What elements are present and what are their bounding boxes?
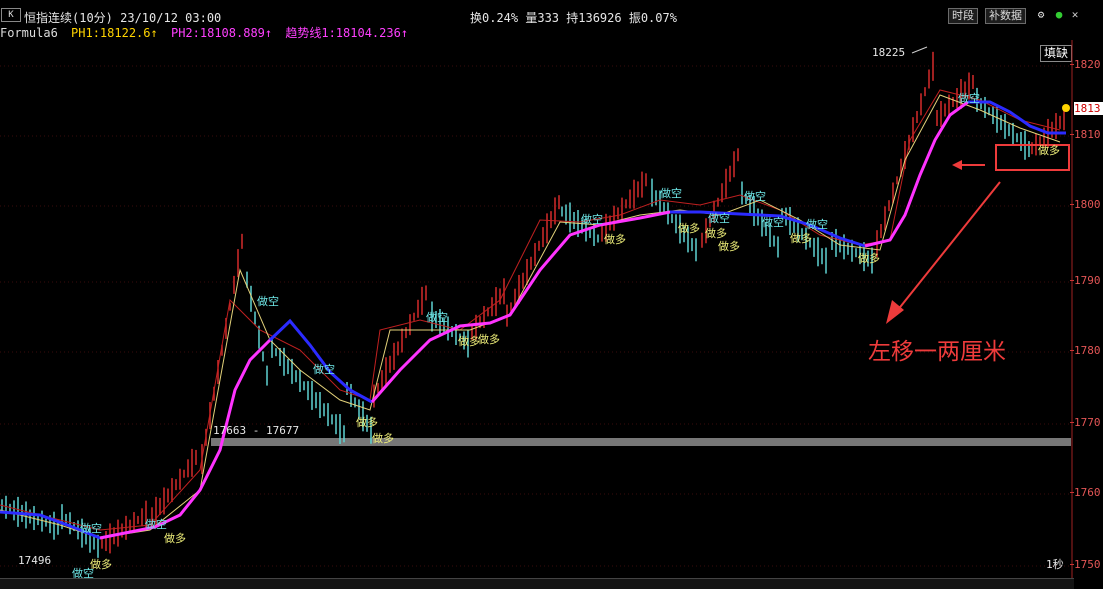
price-tick: 1790 [1070, 274, 1103, 287]
signal-short-label: 做空 [762, 216, 784, 229]
price-tick: 1810 [1070, 128, 1103, 141]
signal-long-label: 做多 [356, 416, 378, 429]
signal-long-label: 做多 [1038, 144, 1060, 157]
annotation-arrow [886, 181, 1001, 324]
signal-short-label: 做空 [744, 190, 766, 203]
signal-long-label: 做多 [372, 432, 394, 445]
signal-short-label: 做空 [806, 218, 828, 231]
signal-short-label: 做空 [581, 213, 603, 226]
price-tick: 1780 [1070, 344, 1103, 357]
seconds-readout: 1秒 [1046, 558, 1064, 571]
candlestick-chart[interactable] [0, 0, 1103, 588]
signal-long-label: 做多 [858, 252, 880, 265]
signal-short-label: 做空 [145, 518, 167, 531]
signal-long-label: 做多 [478, 333, 500, 346]
signal-short-label: 做空 [958, 92, 980, 105]
signal-short-label: 做空 [426, 311, 448, 324]
signal-short-label: 做空 [257, 295, 279, 308]
small-arrow [952, 160, 985, 170]
low-label: 17496 [18, 554, 52, 567]
signal-long-label: 做多 [164, 532, 186, 545]
price-axis: 1820 1810 1800 1790 1780 1770 1760 1750 [1070, 40, 1103, 588]
price-tick: 1770 [1070, 416, 1103, 429]
current-price-marker [1062, 104, 1070, 112]
signal-long-label: 做多 [458, 335, 480, 348]
price-tick: 1760 [1070, 486, 1103, 499]
price-tick: 1750 [1070, 558, 1103, 571]
time-axis[interactable] [0, 578, 1074, 589]
signal-long-label: 做多 [604, 233, 626, 246]
high-label: 18225 [872, 46, 906, 59]
current-price: 1813 [1074, 102, 1103, 115]
range-label: 17663 - 17677 [213, 424, 300, 437]
price-tick: 1800 [1070, 198, 1103, 211]
signal-short-label: 做空 [660, 187, 682, 200]
price-tick: 1820 [1070, 58, 1103, 71]
signal-short-label: 做空 [313, 363, 335, 376]
annotation-note: 左移一两厘米 [868, 339, 1006, 365]
signal-long-label: 做多 [678, 222, 700, 235]
signal-short-label: 做空 [708, 212, 730, 225]
signal-short-label: 做空 [80, 522, 102, 535]
signal-long-label: 做多 [790, 232, 812, 245]
signal-long-label: 做多 [718, 240, 740, 253]
